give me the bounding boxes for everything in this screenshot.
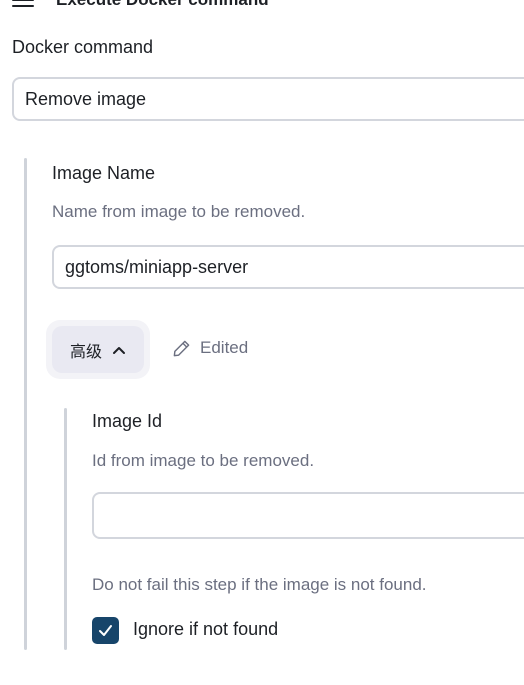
hamburger-menu-icon[interactable] [12,0,34,7]
pencil-icon [173,340,190,356]
ignore-description: Do not fail this step if the image is no… [92,575,427,594]
chevron-up-icon [113,346,125,354]
image-name-description: Name from image to be removed. [52,202,306,221]
advanced-toggle-button[interactable]: 高级 [52,326,144,373]
docker-step-config: Execute Docker command Docker command Re… [0,0,524,685]
checkmark-icon [99,625,112,636]
advanced-section-border [64,408,67,650]
image-name-input[interactable]: ggtoms/miniapp-server [52,245,524,289]
edited-indicator: Edited [172,338,248,358]
ignore-if-not-found-checkbox[interactable] [92,617,119,644]
edited-label: Edited [200,338,249,357]
section-header: Execute Docker command [12,0,269,12]
remove-image-section-border [24,158,27,650]
image-id-description: Id from image to be removed. [92,451,315,470]
docker-command-label: Docker command [12,37,154,57]
section-title: Execute Docker command [56,0,269,10]
advanced-button-label: 高级 [69,343,102,361]
image-name-value: ggtoms/miniapp-server [65,256,249,277]
ignore-if-not-found-label[interactable]: Ignore if not found [133,619,278,640]
docker-command-select[interactable]: Remove image [12,77,524,121]
image-id-input[interactable] [92,492,524,539]
image-name-label: Image Name [52,163,156,183]
image-id-label: Image Id [92,411,163,431]
docker-command-value: Remove image [25,88,147,109]
